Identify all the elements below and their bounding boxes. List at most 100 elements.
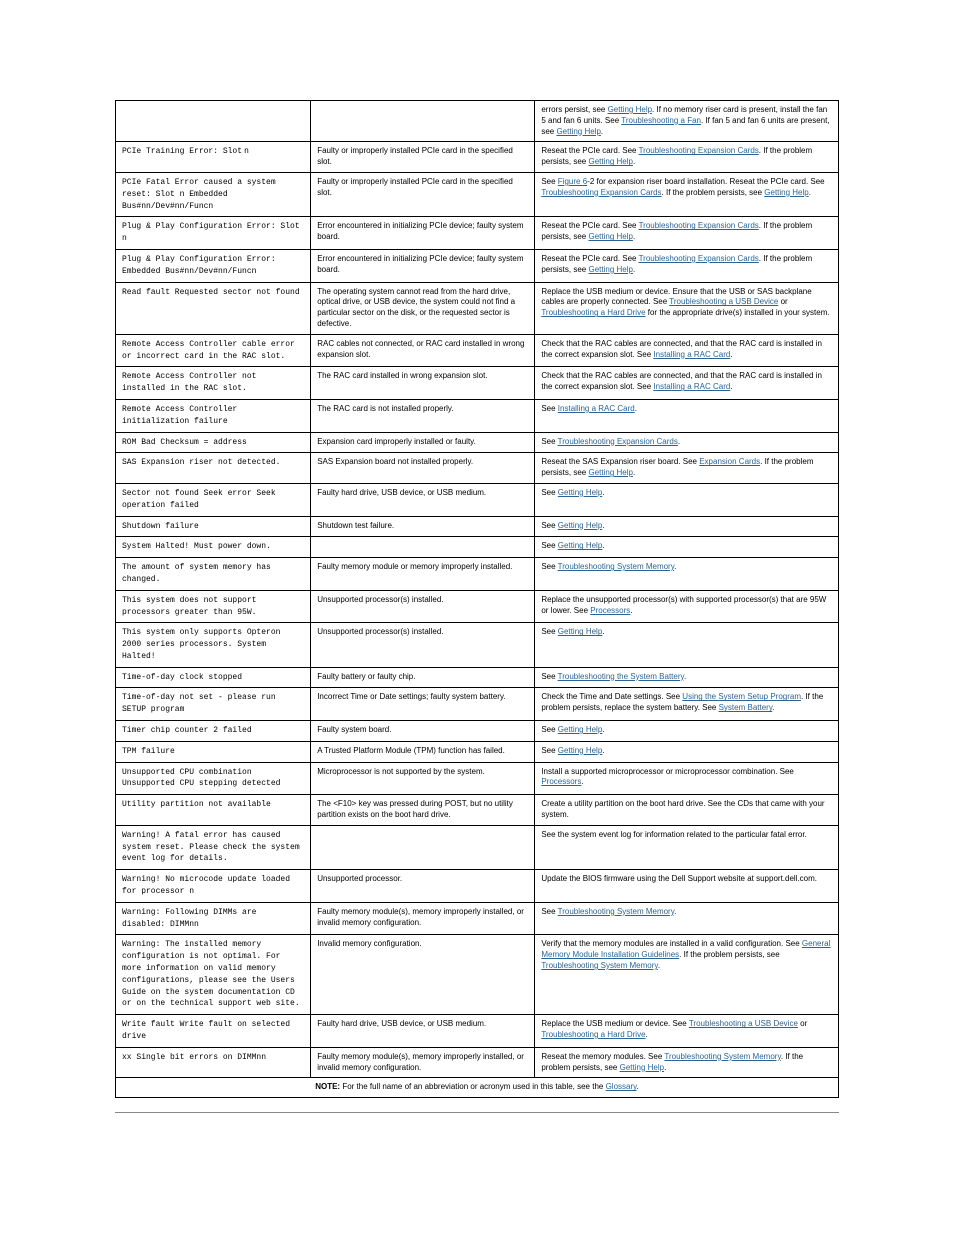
table-row: Timer chip counter 2 failedFaulty system… [116,721,839,742]
table-row: Plug & Play Configuration Error: Slot nE… [116,217,839,250]
action-cell: See the system event log for information… [535,825,839,869]
cause-cell: SAS Expansion board not installed proper… [311,453,535,484]
cross-reference-link[interactable]: Troubleshooting System Memory [664,1052,781,1061]
cause-cell [311,537,535,558]
cause-cell: Unsupported processor(s) installed. [311,623,535,667]
cross-reference-link[interactable]: Installing a RAC Card [653,382,730,391]
cause-cell [311,825,535,869]
action-cell: See Installing a RAC Card. [535,399,839,432]
cross-reference-link[interactable]: Using the System Setup Program [682,692,801,701]
message-text: Remote Access Controller initialization … [122,405,237,426]
action-cell: See Figure 6-2 for expansion riser board… [535,172,839,216]
message-text: This system only supports Opteron 2000 s… [122,628,280,661]
cross-reference-link[interactable]: Troubleshooting Expansion Cards [541,188,661,197]
cross-reference-link[interactable]: Getting Help [588,232,632,241]
table-row: The amount of system memory has changed.… [116,558,839,591]
cross-reference-link[interactable]: Troubleshooting System Memory [558,562,675,571]
cause-cell: Expansion card improperly installed or f… [311,432,535,453]
cause-cell [311,101,535,142]
action-cell: Check that the RAC cables are connected,… [535,334,839,367]
message-cell: PCIe Fatal Error caused a system reset: … [116,172,311,216]
cross-reference-link[interactable]: Installing a RAC Card [653,350,730,359]
cross-reference-link[interactable]: Getting Help [558,541,602,550]
table-row: This system only supports Opteron 2000 s… [116,623,839,667]
cause-cell: Shutdown test failure. [311,516,535,537]
cross-reference-link[interactable]: Getting Help [764,188,808,197]
cross-reference-link[interactable]: Troubleshooting a Hard Drive [541,1030,645,1039]
cross-reference-link[interactable]: Troubleshooting Expansion Cards [639,146,759,155]
cross-reference-link[interactable]: Getting Help [558,725,602,734]
table-row: Warning: Following DIMMs are disabled: D… [116,902,839,935]
table-row: Unsupported CPU combination Unsupported … [116,762,839,795]
message-text: Warning: Following DIMMs are disabled: D… [122,908,256,929]
cross-reference-link[interactable]: Troubleshooting a USB Device [669,297,778,306]
table-row: System Halted! Must power down. See Getti… [116,537,839,558]
cross-reference-link[interactable]: Getting Help [558,521,602,530]
action-cell: See Getting Help. [535,537,839,558]
cause-cell: Microprocessor is not supported by the s… [311,762,535,795]
cross-reference-link[interactable]: Troubleshooting a Hard Drive [541,308,645,317]
cross-reference-link[interactable]: Troubleshooting System Memory [558,907,675,916]
cross-reference-link[interactable]: General Memory Module Installation Guide… [541,939,830,959]
glossary-link[interactable]: Glossary [606,1082,637,1091]
action-cell: See Troubleshooting System Memory. [535,558,839,591]
message-cell: Write fault Write fault on selected driv… [116,1015,311,1048]
cause-cell: Faulty hard drive, USB device, or USB me… [311,483,535,516]
note-label: NOTE: [315,1082,340,1091]
table-row: Time-of-day not set - please run SETUP p… [116,688,839,721]
cross-reference-link[interactable]: Getting Help [608,105,652,114]
cross-reference-link[interactable]: Getting Help [620,1063,664,1072]
cause-cell: Invalid memory configuration. [311,935,535,1015]
cross-reference-link[interactable]: Figure 6 [558,177,587,186]
message-text: Time-of-day clock stopped [122,673,242,682]
cause-cell: Faulty hard drive, USB device, or USB me… [311,1015,535,1048]
table-row: Remote Access Controller initialization … [116,399,839,432]
table-row: xx Single bit errors on DIMMnnFaulty mem… [116,1047,839,1078]
cross-reference-link[interactable]: Processors [590,606,630,615]
cross-reference-link[interactable]: Troubleshooting the System Battery [558,672,684,681]
cross-reference-link[interactable]: Getting Help [588,468,632,477]
cross-reference-link[interactable]: Troubleshooting a Fan [621,116,701,125]
cross-reference-link[interactable]: Getting Help [558,746,602,755]
cross-reference-link[interactable]: Installing a RAC Card [558,404,635,413]
cause-cell: Incorrect Time or Date settings; faulty … [311,688,535,721]
message-text: Time-of-day not set - please run SETUP p… [122,693,276,714]
cross-reference-link[interactable]: Getting Help [556,127,600,136]
message-text: System Halted! Must power down. [122,542,271,551]
message-cell: Plug & Play Configuration Error: Embedde… [116,249,311,282]
cross-reference-link[interactable]: Troubleshooting Expansion Cards [639,254,759,263]
cross-reference-link[interactable]: System Battery [719,703,773,712]
message-text: Remote Access Controller cable error or … [122,340,295,361]
action-cell: Replace the USB medium or device. See Tr… [535,1015,839,1048]
cause-cell: Error encountered in initializing PCIe d… [311,249,535,282]
message-text: TPM failure [122,747,175,756]
cross-reference-link[interactable]: Processors [541,777,581,786]
cross-reference-link[interactable]: Troubleshooting System Memory [541,961,658,970]
action-cell: Reseat the PCIe card. See Troubleshootin… [535,142,839,173]
cross-reference-link[interactable]: Expansion Cards [699,457,760,466]
table-row: SAS Expansion riser not detected.SAS Exp… [116,453,839,484]
message-text: PCIe Training Error: Slot [122,147,242,156]
message-cell: Shutdown failure [116,516,311,537]
cross-reference-link[interactable]: Troubleshooting Expansion Cards [639,221,759,230]
action-cell: Replace the USB medium or device. Ensure… [535,282,839,334]
message-cell: Time-of-day clock stopped [116,667,311,688]
table-row: ROM Bad Checksum = addressExpansion card… [116,432,839,453]
table-row: Remote Access Controller cable error or … [116,334,839,367]
document-page: errors persist, see Getting Help. If no … [0,0,954,1153]
message-text: Plug & Play Configuration Error: Slot n [122,222,300,243]
action-cell: errors persist, see Getting Help. If no … [535,101,839,142]
cross-reference-link[interactable]: Getting Help [558,488,602,497]
cross-reference-link[interactable]: Getting Help [588,265,632,274]
messages-table: errors persist, see Getting Help. If no … [115,100,839,1098]
footer-rule [115,1112,839,1113]
cause-cell: The RAC card installed in wrong expansio… [311,367,535,400]
table-row: Read fault Requested sector not foundThe… [116,282,839,334]
cross-reference-link[interactable]: Getting Help [588,157,632,166]
cross-reference-link[interactable]: Getting Help [558,627,602,636]
table-row: Sector not found Seek error Seek operati… [116,483,839,516]
table-row: Remote Access Controller not installed i… [116,367,839,400]
message-cell: Warning! A fatal error has caused system… [116,825,311,869]
cross-reference-link[interactable]: Troubleshooting Expansion Cards [558,437,678,446]
cross-reference-link[interactable]: Troubleshooting a USB Device [689,1019,798,1028]
